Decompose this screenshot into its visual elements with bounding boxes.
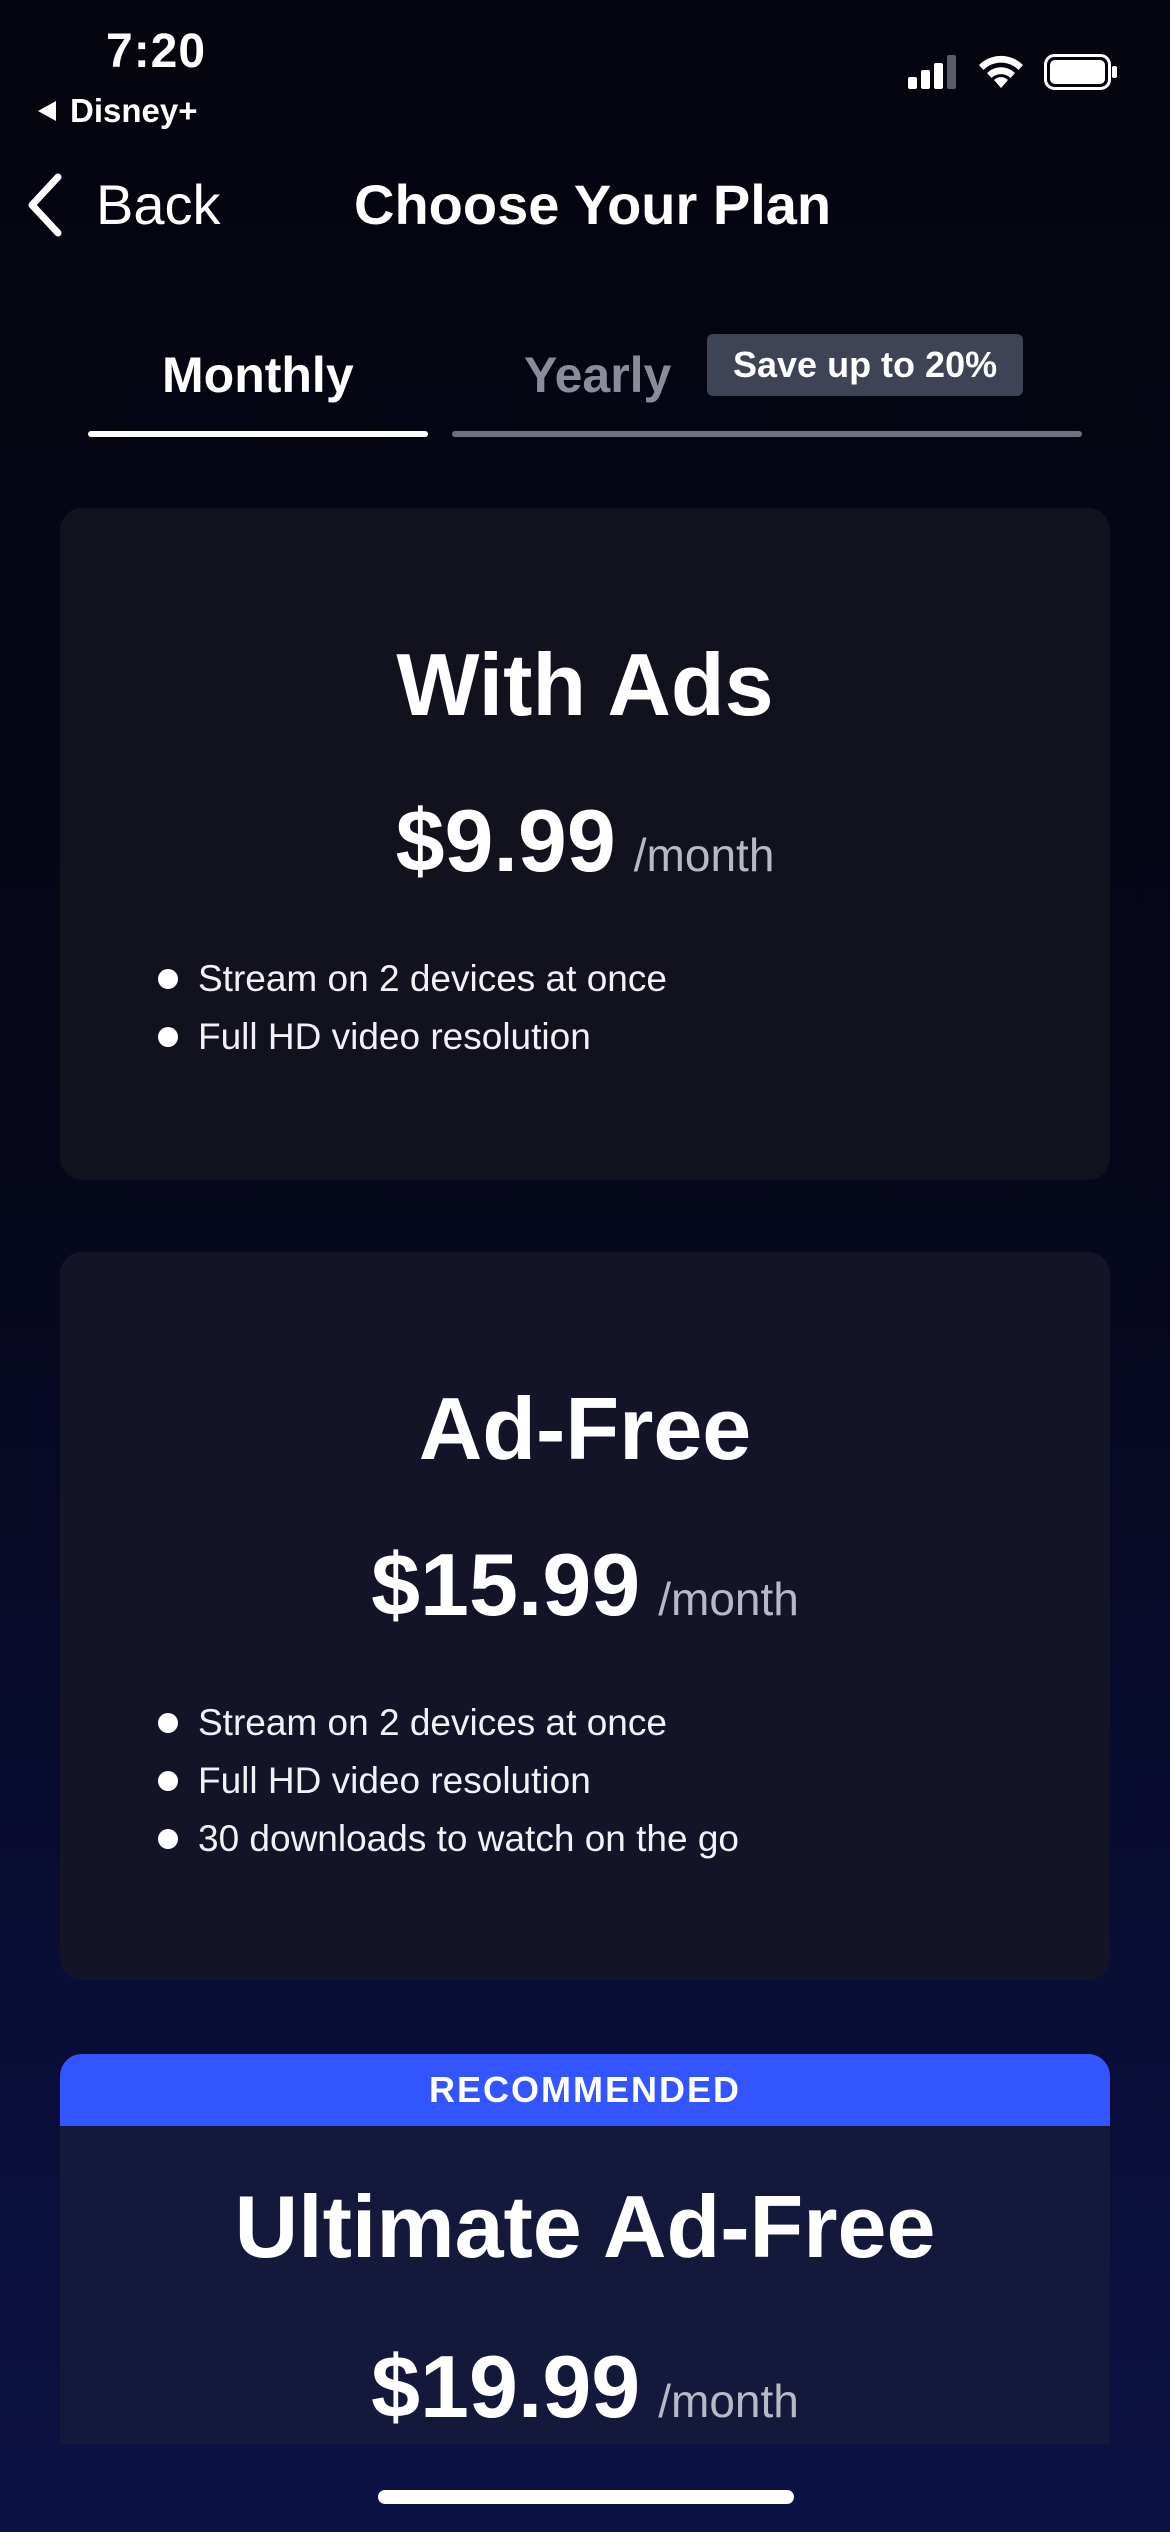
bullet-icon	[158, 1027, 178, 1047]
yearly-savings-badge: Save up to 20%	[707, 334, 1024, 396]
plan-price: $9.99	[395, 791, 616, 890]
tab-yearly[interactable]: Yearly Save up to 20%	[452, 330, 1082, 440]
feature-text: Full HD video resolution	[198, 1760, 591, 1801]
feature-text: Stream on 2 devices at once	[198, 1702, 667, 1743]
plan-price-row: $9.99 /month	[60, 790, 1110, 892]
wifi-icon	[979, 55, 1023, 88]
feature-text: Full HD video resolution	[198, 1016, 591, 1057]
plan-name: Ultimate Ad-Free	[234, 2177, 936, 2276]
cellular-signal-icon	[908, 55, 956, 89]
tab-monthly-label: Monthly	[162, 347, 354, 403]
status-back-to-app[interactable]: Disney+	[38, 92, 198, 130]
plan-period: /month	[658, 1573, 799, 1625]
recommended-badge: RECOMMENDED	[60, 2054, 1110, 2126]
plan-name: With Ads	[396, 635, 774, 734]
battery-icon	[1044, 54, 1117, 90]
status-indicators	[908, 54, 1118, 90]
billing-period-tabs: Monthly Yearly Save up to 20%	[88, 330, 1082, 440]
bullet-icon	[158, 1771, 178, 1791]
plan-features: Stream on 2 devices at once Full HD vide…	[158, 950, 667, 1066]
feature-text: 30 downloads to watch on the go	[198, 1818, 739, 1859]
feature-item: 30 downloads to watch on the go	[158, 1810, 739, 1868]
bullet-icon	[158, 1829, 178, 1849]
tab-yearly-underline	[452, 431, 1082, 437]
plan-name: Ad-Free	[418, 1379, 752, 1478]
tab-monthly-underline	[88, 431, 428, 437]
plan-period: /month	[633, 829, 775, 881]
nav-header: Back Choose Your Plan	[0, 160, 1170, 250]
feature-item: Full HD video resolution	[158, 1752, 739, 1810]
bullet-icon	[158, 1713, 178, 1733]
plan-period: /month	[658, 2375, 799, 2427]
feature-item: Stream on 2 devices at once	[158, 950, 667, 1008]
plan-features: Stream on 2 devices at once Full HD vide…	[158, 1694, 739, 1868]
feature-text: Stream on 2 devices at once	[198, 958, 667, 999]
status-bar: 7:20 Disney+	[0, 0, 1170, 140]
plan-price-row: $15.99 /month	[60, 1534, 1110, 1636]
status-time: 7:20	[106, 25, 207, 78]
back-triangle-icon	[38, 101, 56, 121]
home-indicator[interactable]	[378, 2490, 794, 2504]
back-button-label: Back	[96, 173, 221, 236]
plan-card-ultimate-ad-free[interactable]: RECOMMENDED Ultimate Ad-Free $19.99 /mon…	[60, 2054, 1110, 2444]
plan-price: $19.99	[371, 2337, 641, 2436]
feature-item: Full HD video resolution	[158, 1008, 667, 1066]
bullet-icon	[158, 969, 178, 989]
status-back-app-label: Disney+	[70, 92, 198, 129]
plan-card-ad-free[interactable]: Ad-Free $15.99 /month Stream on 2 device…	[60, 1252, 1110, 1980]
tab-yearly-label: Yearly	[524, 347, 672, 403]
back-button[interactable]: Back	[26, 172, 221, 237]
plan-price: $15.99	[371, 1535, 641, 1634]
plan-price-row: $19.99 /month	[60, 2336, 1110, 2438]
chevron-left-icon	[28, 173, 62, 236]
tab-monthly[interactable]: Monthly	[88, 330, 428, 440]
feature-item: Stream on 2 devices at once	[158, 1694, 739, 1752]
plan-card-with-ads[interactable]: With Ads $9.99 /month Stream on 2 device…	[60, 508, 1110, 1180]
page-title: Choose Your Plan	[354, 173, 832, 236]
